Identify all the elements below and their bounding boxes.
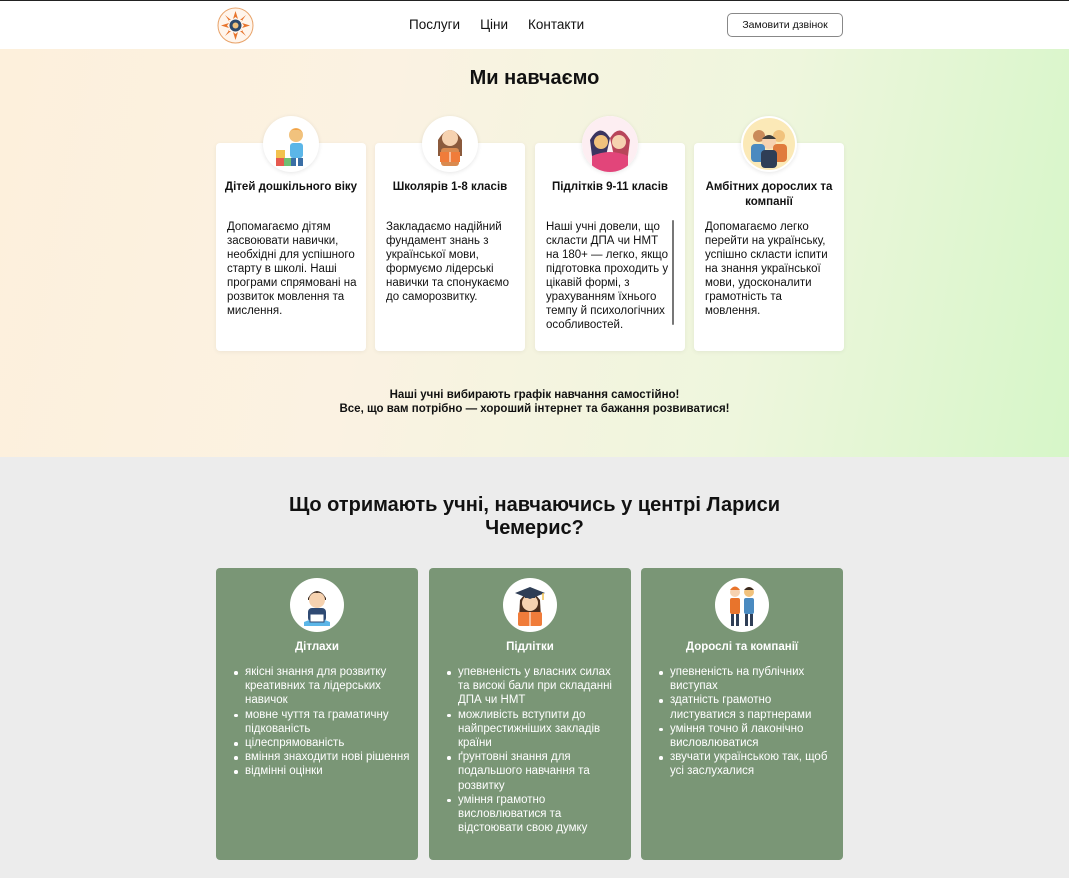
list-item: відмінні оцінки — [233, 764, 412, 778]
benefit-card-kids: Дітлахи якісні знання для розвитку креат… — [216, 568, 418, 860]
nav-contacts[interactable]: Контакти — [528, 17, 584, 32]
audience-card-school: Школярів 1-8 класів Закладаємо надійний … — [375, 116, 525, 351]
schedule-note-line2: Все, що вам потрібно — хороший інтернет … — [339, 403, 730, 415]
audience-card-preschool: Дітей дошкільного віку Допомагаємо дітям… — [216, 116, 366, 351]
logo-icon[interactable] — [217, 7, 254, 44]
card-scrollbar[interactable] — [672, 220, 674, 325]
schoolgirl-reading-icon — [422, 116, 478, 172]
card-description: Наші учні довели, що скласти ДПА чи НМТ … — [546, 221, 669, 331]
hero-section: Ми навчаємо Дітей дошкільного віку Допом… — [0, 49, 1069, 457]
card-title: Підлітків 9-11 класів — [552, 181, 668, 193]
list-item: якісні знання для розвитку креативних та… — [233, 665, 412, 708]
benefit-card-title: Дорослі та компанії — [685, 641, 799, 653]
card-title: Школярів 1-8 класів — [392, 181, 508, 193]
card-description: Допомагаємо легко перейти на українську,… — [705, 221, 828, 317]
list-item: ґрунтовні знання для подальшого навчання… — [446, 750, 625, 793]
card-title: Дітей дошкільного віку — [224, 181, 358, 193]
adults-couple-icon — [715, 578, 769, 632]
preschool-child-icon — [263, 116, 319, 172]
list-item: здатність грамотно листуватися з партнер… — [658, 693, 837, 721]
list-item: упевненість у власних силах та високі ба… — [446, 665, 625, 708]
order-call-button[interactable]: Замовити дзвінок — [727, 13, 843, 37]
list-item: уміння грамотно висловлюватися та відсто… — [446, 793, 625, 836]
nav-prices[interactable]: Ціни — [480, 17, 508, 32]
benefit-card-teens: Підлітки упевненість у власних силах та … — [429, 568, 631, 860]
list-item: вміння знаходити нові рішення — [233, 750, 412, 764]
nav-services[interactable]: Послуги — [409, 17, 460, 32]
benefit-card-title: Підлітки — [506, 641, 554, 653]
main-nav: Послуги Ціни Контакти — [409, 17, 584, 32]
list-item: звучати українською так, щоб усі заслуха… — [658, 750, 837, 778]
teens-icon — [582, 116, 638, 172]
boy-reading-icon — [290, 578, 344, 632]
audience-card-teens: Підлітків 9-11 класів Наші учні довели, … — [535, 116, 685, 351]
list-item: цілеспрямованість — [233, 736, 412, 750]
list-item: уміння точно й лаконічно висловлюватися — [658, 722, 837, 750]
benefit-list: якісні знання для розвитку креативних та… — [233, 665, 412, 779]
list-item: можливість вступити до найпрестижніших з… — [446, 708, 625, 751]
card-title: Амбітних дорослих та компанії — [705, 181, 833, 208]
graduate-girl-icon — [503, 578, 557, 632]
benefit-card-title: Дітлахи — [294, 641, 340, 653]
benefit-list: упевненість на публічних виступах здатні… — [658, 665, 837, 779]
benefit-card-adults: Дорослі та компанії упевненість на публі… — [641, 568, 843, 860]
list-item: упевненість на публічних виступах — [658, 665, 837, 693]
schedule-note-line1: Наші учні вибирають графік навчання само… — [389, 389, 680, 401]
card-description: Закладаємо надійний фундамент знань з ук… — [386, 221, 509, 303]
audience-card-adults: Амбітних дорослих та компанії Допомагаєм… — [694, 116, 844, 351]
benefit-list: упевненість у власних силах та високі ба… — [446, 665, 625, 835]
benefits-title: Що отримають учні, навчаючись у центрі Л… — [288, 494, 781, 539]
schedule-note: Наші учні вибирають графік навчання само… — [0, 388, 1069, 416]
benefits-section: Що отримають учні, навчаючись у центрі Л… — [0, 457, 1069, 878]
adults-group-icon — [741, 116, 797, 172]
card-description: Допомагаємо дітям засвоювати навички, не… — [227, 221, 357, 317]
hero-title: Ми навчаємо — [469, 67, 600, 89]
site-header: Послуги Ціни Контакти Замовити дзвінок — [0, 1, 1069, 49]
list-item: мовне чуття та граматичну підкованість — [233, 708, 412, 736]
